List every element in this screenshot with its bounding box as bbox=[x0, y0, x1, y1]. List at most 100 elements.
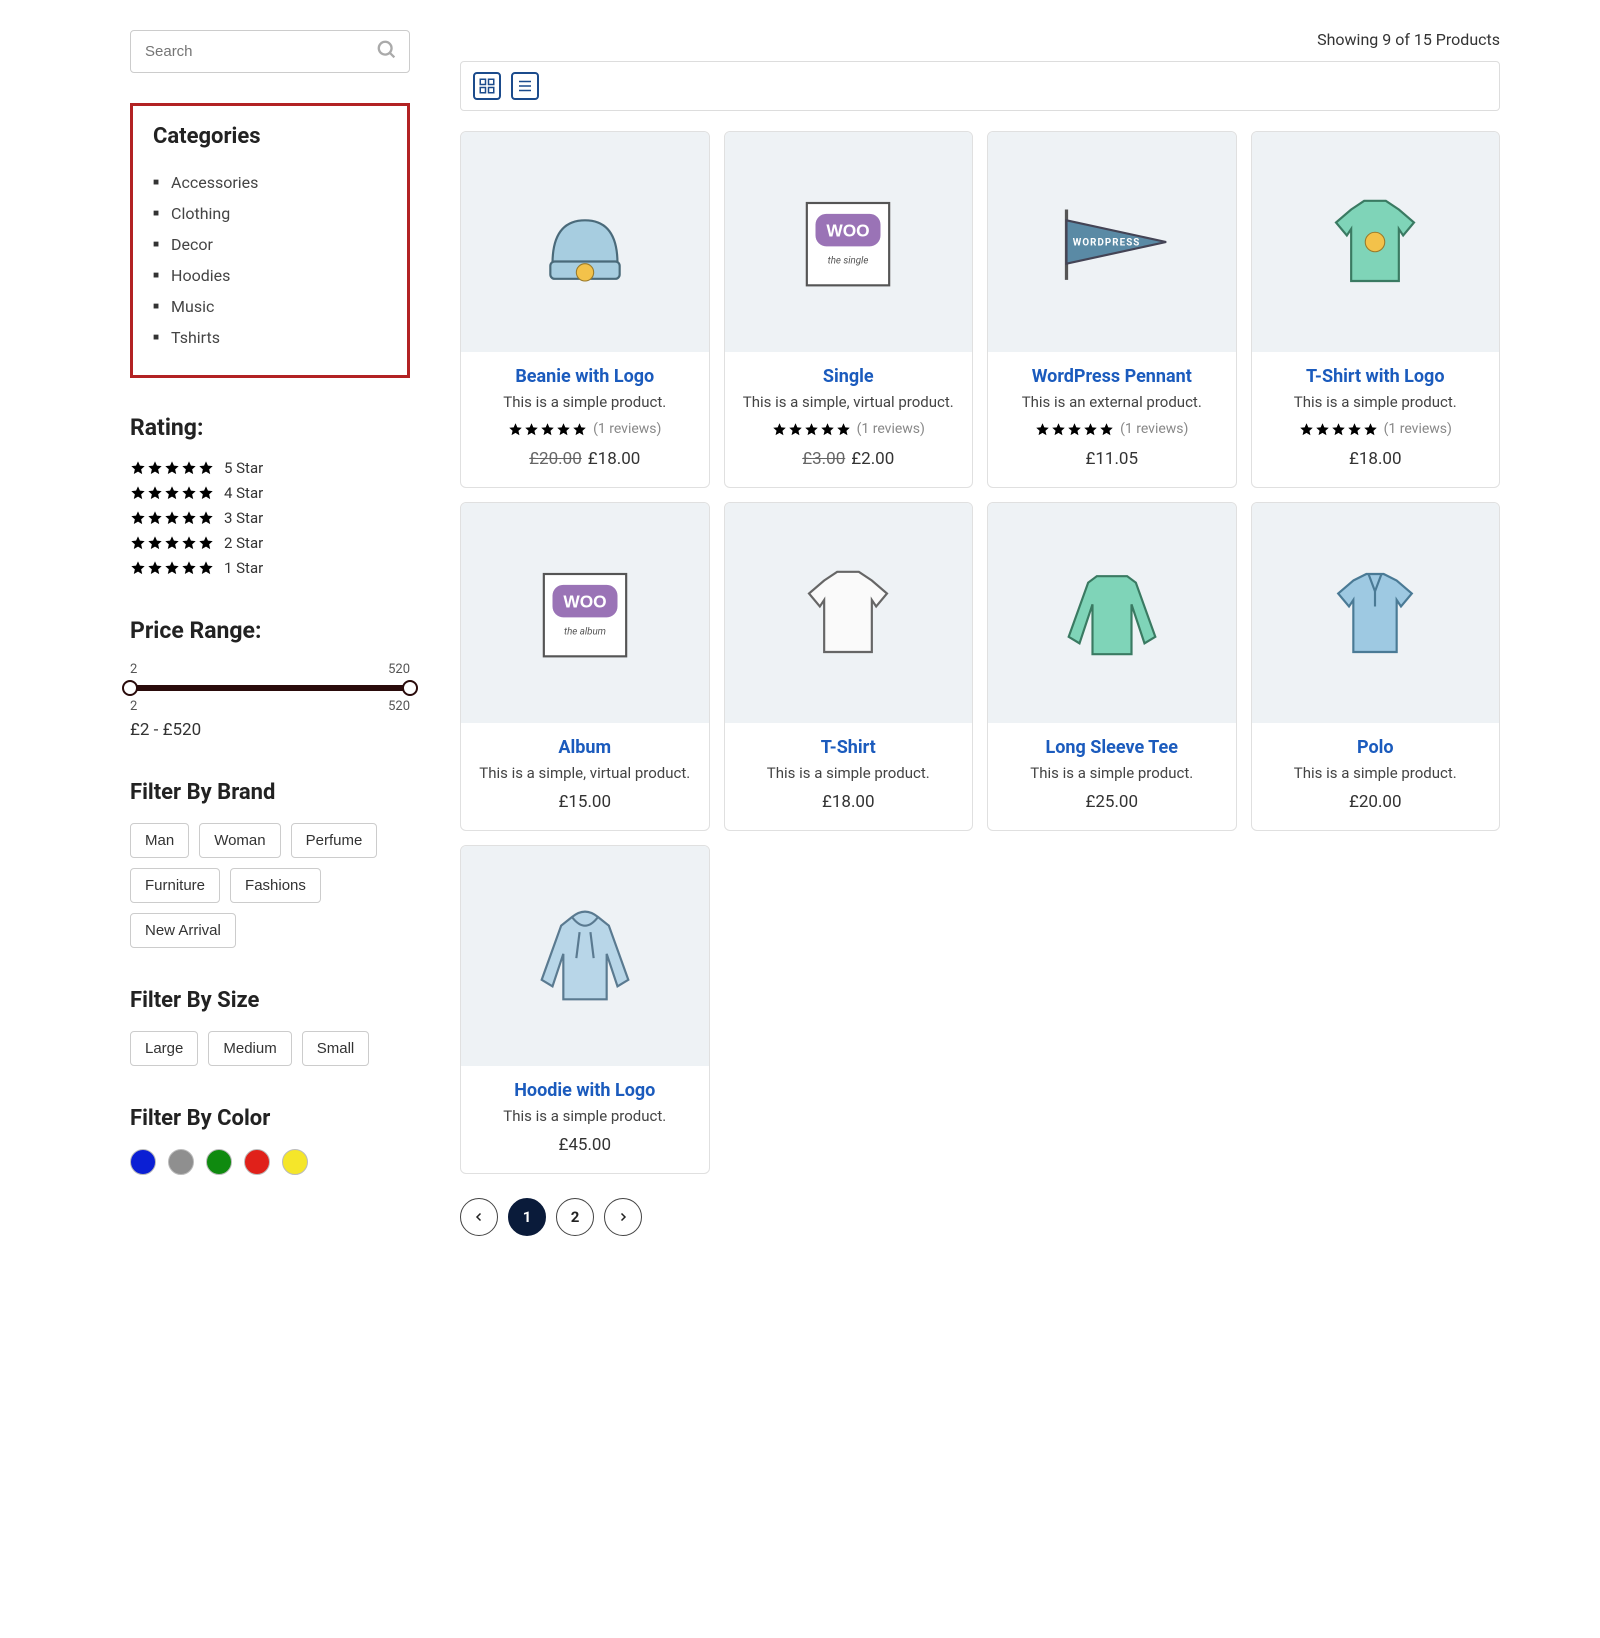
product-title[interactable]: T-Shirt bbox=[737, 737, 961, 758]
grid-view-button[interactable] bbox=[473, 72, 501, 100]
product-description: This is a simple, virtual product. bbox=[737, 393, 961, 411]
category-item[interactable]: Hoodies bbox=[153, 260, 387, 291]
product-card: Long Sleeve TeeThis is a simple product.… bbox=[987, 502, 1237, 831]
product-image-wrap[interactable] bbox=[461, 846, 709, 1066]
star-icon bbox=[130, 460, 146, 476]
category-item[interactable]: Clothing bbox=[153, 198, 387, 229]
rating-label: 2 Star bbox=[224, 534, 263, 552]
price-slider-track[interactable] bbox=[130, 685, 410, 691]
product-description: This is a simple product. bbox=[737, 764, 961, 782]
product-image-wrap[interactable] bbox=[1252, 132, 1500, 352]
product-price: £25.00 bbox=[1000, 792, 1224, 812]
product-image bbox=[783, 548, 913, 678]
product-title[interactable]: Polo bbox=[1264, 737, 1488, 758]
brand-tag[interactable]: Man bbox=[130, 823, 189, 858]
product-title[interactable]: T-Shirt with Logo bbox=[1264, 366, 1488, 387]
pagination-page[interactable]: 2 bbox=[556, 1198, 594, 1236]
category-item[interactable]: Accessories bbox=[153, 167, 387, 198]
star-icon bbox=[788, 422, 803, 437]
star-icon bbox=[198, 485, 214, 501]
pagination-prev[interactable] bbox=[460, 1198, 498, 1236]
rating-filter-row[interactable]: 4 Star bbox=[130, 484, 410, 502]
star-icon bbox=[1347, 422, 1362, 437]
product-image bbox=[1047, 548, 1177, 678]
price-slider-max-handle[interactable] bbox=[402, 680, 418, 696]
star-icon bbox=[1299, 422, 1314, 437]
rating-filter: Rating: 5 Star 4 Star 3 Star 2 Star 1 Star bbox=[130, 414, 410, 577]
rating-filter-row[interactable]: 5 Star bbox=[130, 459, 410, 477]
star-icon bbox=[1067, 422, 1082, 437]
star-icon bbox=[147, 485, 163, 501]
color-swatch[interactable] bbox=[244, 1149, 270, 1175]
star-icon bbox=[164, 560, 180, 576]
price-min-top: 2 bbox=[130, 662, 137, 677]
search-icon[interactable] bbox=[376, 39, 398, 65]
product-image-wrap[interactable] bbox=[461, 132, 709, 352]
review-count: (1 reviews) bbox=[1384, 421, 1452, 437]
price-max-top: 520 bbox=[388, 662, 410, 677]
product-image bbox=[1310, 548, 1440, 678]
size-tag[interactable]: Small bbox=[302, 1031, 370, 1066]
star-icon bbox=[164, 460, 180, 476]
rating-label: 1 Star bbox=[224, 559, 263, 577]
product-title[interactable]: Long Sleeve Tee bbox=[1000, 737, 1224, 758]
product-title[interactable]: Beanie with Logo bbox=[473, 366, 697, 387]
size-tag[interactable]: Large bbox=[130, 1031, 198, 1066]
product-price: £45.00 bbox=[473, 1135, 697, 1155]
svg-text:the album: the album bbox=[564, 627, 606, 638]
product-title[interactable]: WordPress Pennant bbox=[1000, 366, 1224, 387]
color-swatch[interactable] bbox=[282, 1149, 308, 1175]
size-tag[interactable]: Medium bbox=[208, 1031, 291, 1066]
brand-tag[interactable]: Woman bbox=[199, 823, 280, 858]
product-image-wrap[interactable] bbox=[725, 503, 973, 723]
product-image: WOOthe single bbox=[783, 177, 913, 307]
star-icon bbox=[1331, 422, 1346, 437]
star-icon bbox=[181, 485, 197, 501]
color-swatch[interactable] bbox=[206, 1149, 232, 1175]
color-swatch[interactable] bbox=[130, 1149, 156, 1175]
product-image-wrap[interactable]: WOOthe album bbox=[461, 503, 709, 723]
review-count: (1 reviews) bbox=[1120, 421, 1188, 437]
brand-tag[interactable]: Fashions bbox=[230, 868, 321, 903]
brand-tag[interactable]: Furniture bbox=[130, 868, 220, 903]
color-swatch[interactable] bbox=[168, 1149, 194, 1175]
star-icon bbox=[1363, 422, 1378, 437]
star-icon bbox=[540, 422, 555, 437]
category-item[interactable]: Tshirts bbox=[153, 322, 387, 353]
product-card: WORDPRESS WordPress Pennant This is an ext… bbox=[987, 131, 1237, 488]
star-icon bbox=[130, 560, 146, 576]
category-item[interactable]: Decor bbox=[153, 229, 387, 260]
product-image: WORDPRESS bbox=[1047, 177, 1177, 307]
price-slider-min-handle[interactable] bbox=[122, 680, 138, 696]
price-range-text: £2 - £520 bbox=[130, 720, 410, 740]
star-icon bbox=[181, 560, 197, 576]
product-image-wrap[interactable]: WOOthe single bbox=[725, 132, 973, 352]
review-count: (1 reviews) bbox=[593, 421, 661, 437]
product-image-wrap[interactable]: WORDPRESS bbox=[988, 132, 1236, 352]
category-item[interactable]: Music bbox=[153, 291, 387, 322]
product-card: Hoodie with LogoThis is a simple product… bbox=[460, 845, 710, 1174]
star-icon bbox=[1051, 422, 1066, 437]
search-input[interactable] bbox=[130, 30, 410, 73]
brand-tag[interactable]: Perfume bbox=[291, 823, 378, 858]
product-rating: (1 reviews) bbox=[737, 421, 961, 437]
pagination-page[interactable]: 1 bbox=[508, 1198, 546, 1236]
categories-title: Categories bbox=[153, 124, 387, 149]
rating-filter-row[interactable]: 3 Star bbox=[130, 509, 410, 527]
product-card: WOOthe albumAlbumThis is a simple, virtu… bbox=[460, 502, 710, 831]
product-image-wrap[interactable] bbox=[988, 503, 1236, 723]
rating-title: Rating: bbox=[130, 414, 410, 441]
brand-tag[interactable]: New Arrival bbox=[130, 913, 236, 948]
product-price: £20.00 bbox=[1264, 792, 1488, 812]
rating-filter-row[interactable]: 1 Star bbox=[130, 559, 410, 577]
product-description: This is an external product. bbox=[1000, 393, 1224, 411]
star-icon bbox=[130, 485, 146, 501]
product-image-wrap[interactable] bbox=[1252, 503, 1500, 723]
pagination-next[interactable] bbox=[604, 1198, 642, 1236]
product-title[interactable]: Album bbox=[473, 737, 697, 758]
product-title[interactable]: Hoodie with Logo bbox=[473, 1080, 697, 1101]
list-view-button[interactable] bbox=[511, 72, 539, 100]
product-title[interactable]: Single bbox=[737, 366, 961, 387]
star-icon bbox=[198, 460, 214, 476]
rating-filter-row[interactable]: 2 Star bbox=[130, 534, 410, 552]
